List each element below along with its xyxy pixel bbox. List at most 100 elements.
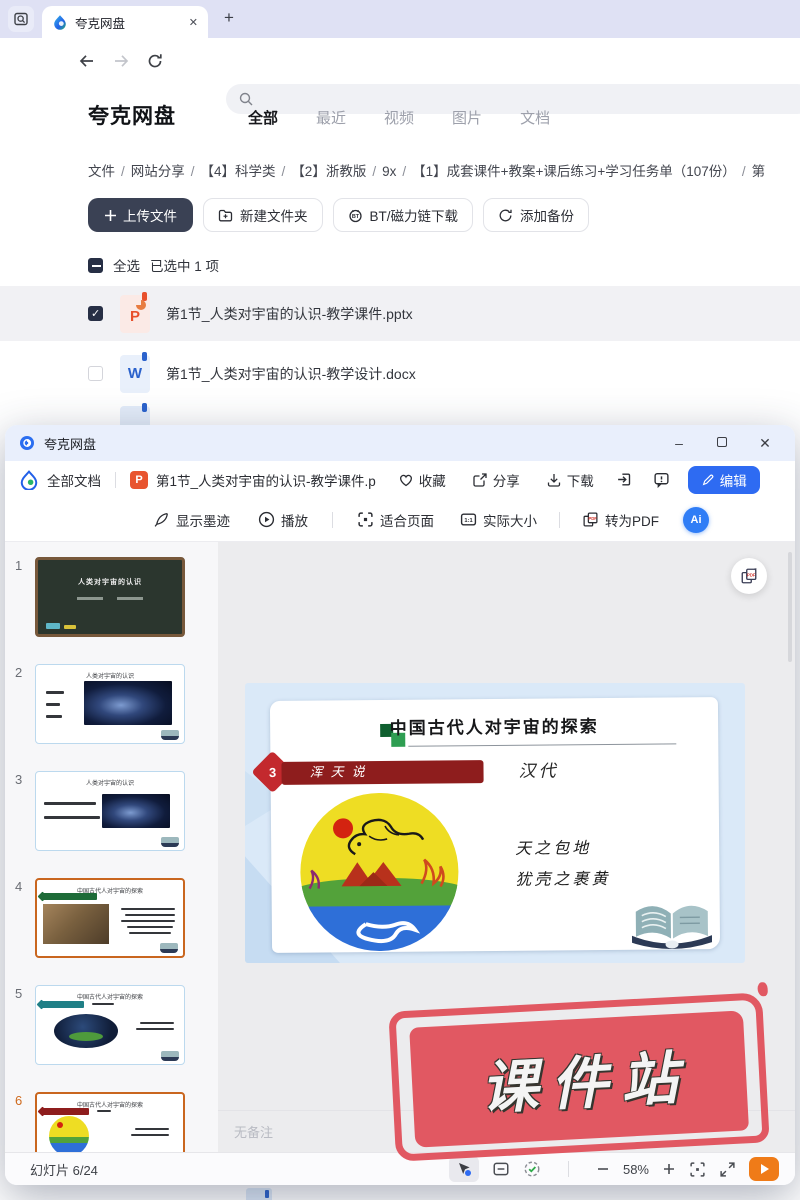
- breadcrumb-separator: /: [121, 164, 125, 179]
- feedback-button[interactable]: [653, 471, 670, 488]
- minimize-button[interactable]: –: [671, 435, 687, 451]
- actual-size-button[interactable]: 1:1 实际大小: [460, 510, 537, 530]
- open-book-illustration: [631, 905, 713, 949]
- add-backup-button[interactable]: 添加备份: [483, 198, 590, 232]
- breadcrumb-separator: /: [741, 164, 746, 179]
- divider: [332, 511, 333, 528]
- bt-download-button[interactable]: BT BT/磁力链下载: [332, 198, 474, 232]
- tab-recent[interactable]: 最近: [316, 107, 346, 128]
- file-row-pptx[interactable]: ✓ P 第1节_人类对宇宙的认识-教学课件.pptx: [0, 286, 800, 341]
- slide-thumbnail-3[interactable]: 3 人类对宇宙的认识: [5, 771, 218, 851]
- find-in-page-button[interactable]: [8, 6, 34, 32]
- close-window-button[interactable]: ✕: [757, 435, 773, 452]
- breadcrumb-separator: /: [402, 164, 407, 179]
- partial-file-icon-bottom: [246, 1188, 272, 1200]
- slide-thumbnail-5[interactable]: 5 中国古代人对宇宙的探索: [5, 985, 218, 1065]
- zoom-in-button[interactable]: [662, 1162, 676, 1176]
- pdf-convert-fab[interactable]: PDF: [731, 558, 767, 594]
- zoom-out-button[interactable]: [596, 1162, 610, 1176]
- all-documents-link[interactable]: 全部文档: [47, 470, 101, 490]
- notes-toggle-button[interactable]: [492, 1160, 510, 1178]
- thumbnail-image[interactable]: 中国古代人对宇宙的探索: [35, 1092, 185, 1152]
- thumbnail-image[interactable]: 人类对宇宙的认识: [35, 771, 185, 851]
- fit-page-button[interactable]: 适合页面: [357, 510, 434, 530]
- tab-image[interactable]: 图片: [452, 107, 482, 128]
- era-label: 汉代: [518, 761, 559, 782]
- tab-all[interactable]: 全部: [248, 107, 278, 128]
- new-folder-icon: [218, 209, 233, 221]
- breadcrumb-item[interactable]: 【1】成套课件+教案+课后练习+学习任务单（107份）: [412, 164, 736, 179]
- quote-line-1: 天之包地: [515, 838, 592, 858]
- favorite-button[interactable]: 收藏: [398, 470, 446, 490]
- fit-page-icon: [358, 512, 373, 527]
- start-slideshow-button[interactable]: [749, 1157, 779, 1181]
- slide-thumbnail-2[interactable]: 2 人类对宇宙的认识: [5, 664, 218, 744]
- notes-panel[interactable]: 无备注: [218, 1110, 795, 1152]
- breadcrumb-item[interactable]: 【4】科学类: [201, 164, 276, 179]
- slide-thumbnail-4[interactable]: 4 中国古代人对宇宙的探索: [5, 878, 218, 958]
- edit-button[interactable]: 编辑: [687, 465, 760, 494]
- breadcrumb-item[interactable]: 网站分享: [131, 164, 185, 179]
- category-tabs: 全部 最近 视频 图片 文档: [248, 107, 550, 128]
- favorite-label: 收藏: [418, 473, 446, 489]
- office-compat-button[interactable]: [523, 1160, 541, 1178]
- play-icon: [761, 1164, 769, 1174]
- file-checkbox-checked[interactable]: ✓: [88, 306, 103, 321]
- ai-assistant-button[interactable]: Ai: [683, 506, 709, 533]
- window-titlebar[interactable]: 夸克网盘 – ✕: [5, 425, 795, 461]
- file-name[interactable]: 第1节_人类对宇宙的认识-教学课件.pptx: [166, 304, 413, 324]
- slide-thumbnail-1[interactable]: 1 人类对宇宙的认识: [5, 557, 218, 637]
- tab-video[interactable]: 视频: [384, 107, 414, 128]
- quote-text: 天之包地 犹壳之裹黄: [515, 832, 611, 895]
- pointer-tool-button[interactable]: [448, 1156, 479, 1182]
- browser-navbar: [0, 38, 800, 114]
- slide-thumbnail-6-current[interactable]: 6 中国古代人对宇宙的探索: [5, 1092, 218, 1152]
- select-all-label: 全选: [113, 259, 140, 274]
- docx-file-icon: W: [120, 351, 150, 393]
- page-title: 夸克网盘: [88, 105, 176, 128]
- browser-tab-bar: 夸克网盘 ✕ +: [0, 0, 800, 38]
- fit-page-label: 适合页面: [380, 513, 434, 529]
- show-ink-button[interactable]: 显示墨迹: [153, 510, 230, 530]
- share-button[interactable]: 分享: [472, 470, 520, 490]
- office-check-icon: [524, 1161, 540, 1177]
- browser-tab[interactable]: 夸克网盘 ✕: [42, 6, 208, 38]
- maximize-button[interactable]: [717, 434, 727, 452]
- minus-icon: [597, 1168, 608, 1170]
- breadcrumb-separator: /: [190, 164, 195, 179]
- thumbnail-image[interactable]: 中国古代人对宇宙的探索: [35, 985, 185, 1065]
- slide-thumbnail-rail[interactable]: 1 人类对宇宙的认识 2 人类对宇宙的认识 3 人类对宇宙的认识 4 中国古代人…: [5, 542, 218, 1152]
- breadcrumb-item[interactable]: 文件: [88, 164, 115, 179]
- download-icon: [547, 473, 560, 487]
- svg-text:BT: BT: [351, 214, 359, 220]
- refresh-icon[interactable]: [146, 52, 164, 70]
- vertical-scrollbar[interactable]: [788, 552, 792, 662]
- play-slideshow-button[interactable]: 播放: [258, 510, 308, 530]
- select-all-checkbox[interactable]: [88, 257, 103, 273]
- upload-file-button[interactable]: 上传文件: [88, 198, 193, 232]
- thumbnail-image[interactable]: 人类对宇宙的认识: [35, 664, 185, 744]
- save-to-drive-button[interactable]: [616, 471, 633, 488]
- new-tab-button[interactable]: +: [216, 4, 242, 32]
- breadcrumb-separator: /: [281, 164, 286, 179]
- slide-number: 4: [15, 879, 23, 894]
- convert-to-pdf-button[interactable]: PDF 转为PDF: [582, 510, 659, 530]
- breadcrumb-item[interactable]: 9x: [382, 164, 396, 179]
- file-checkbox-unchecked[interactable]: [88, 366, 103, 381]
- fullscreen-button[interactable]: [719, 1161, 736, 1178]
- fit-screen-button[interactable]: [689, 1161, 706, 1178]
- back-icon[interactable]: [78, 52, 96, 70]
- new-folder-button[interactable]: 新建文件夹: [203, 198, 323, 232]
- thumbnail-image[interactable]: 人类对宇宙的认识: [35, 557, 185, 637]
- download-button[interactable]: 下载: [546, 470, 594, 490]
- backup-sync-icon: [499, 209, 512, 221]
- fit-screen-icon: [690, 1161, 705, 1177]
- file-name[interactable]: 第1节_人类对宇宙的认识-教学设计.docx: [166, 364, 416, 384]
- file-row-docx[interactable]: W 第1节_人类对宇宙的认识-教学设计.docx: [0, 346, 800, 401]
- breadcrumb-item[interactable]: 第: [752, 164, 766, 179]
- breadcrumb-item[interactable]: 【2】浙教版: [291, 164, 366, 179]
- tab-close-icon[interactable]: ✕: [189, 16, 198, 29]
- tab-document[interactable]: 文档: [520, 107, 550, 128]
- thumbnail-image[interactable]: 中国古代人对宇宙的探索: [35, 878, 185, 958]
- forward-icon[interactable]: [112, 52, 130, 70]
